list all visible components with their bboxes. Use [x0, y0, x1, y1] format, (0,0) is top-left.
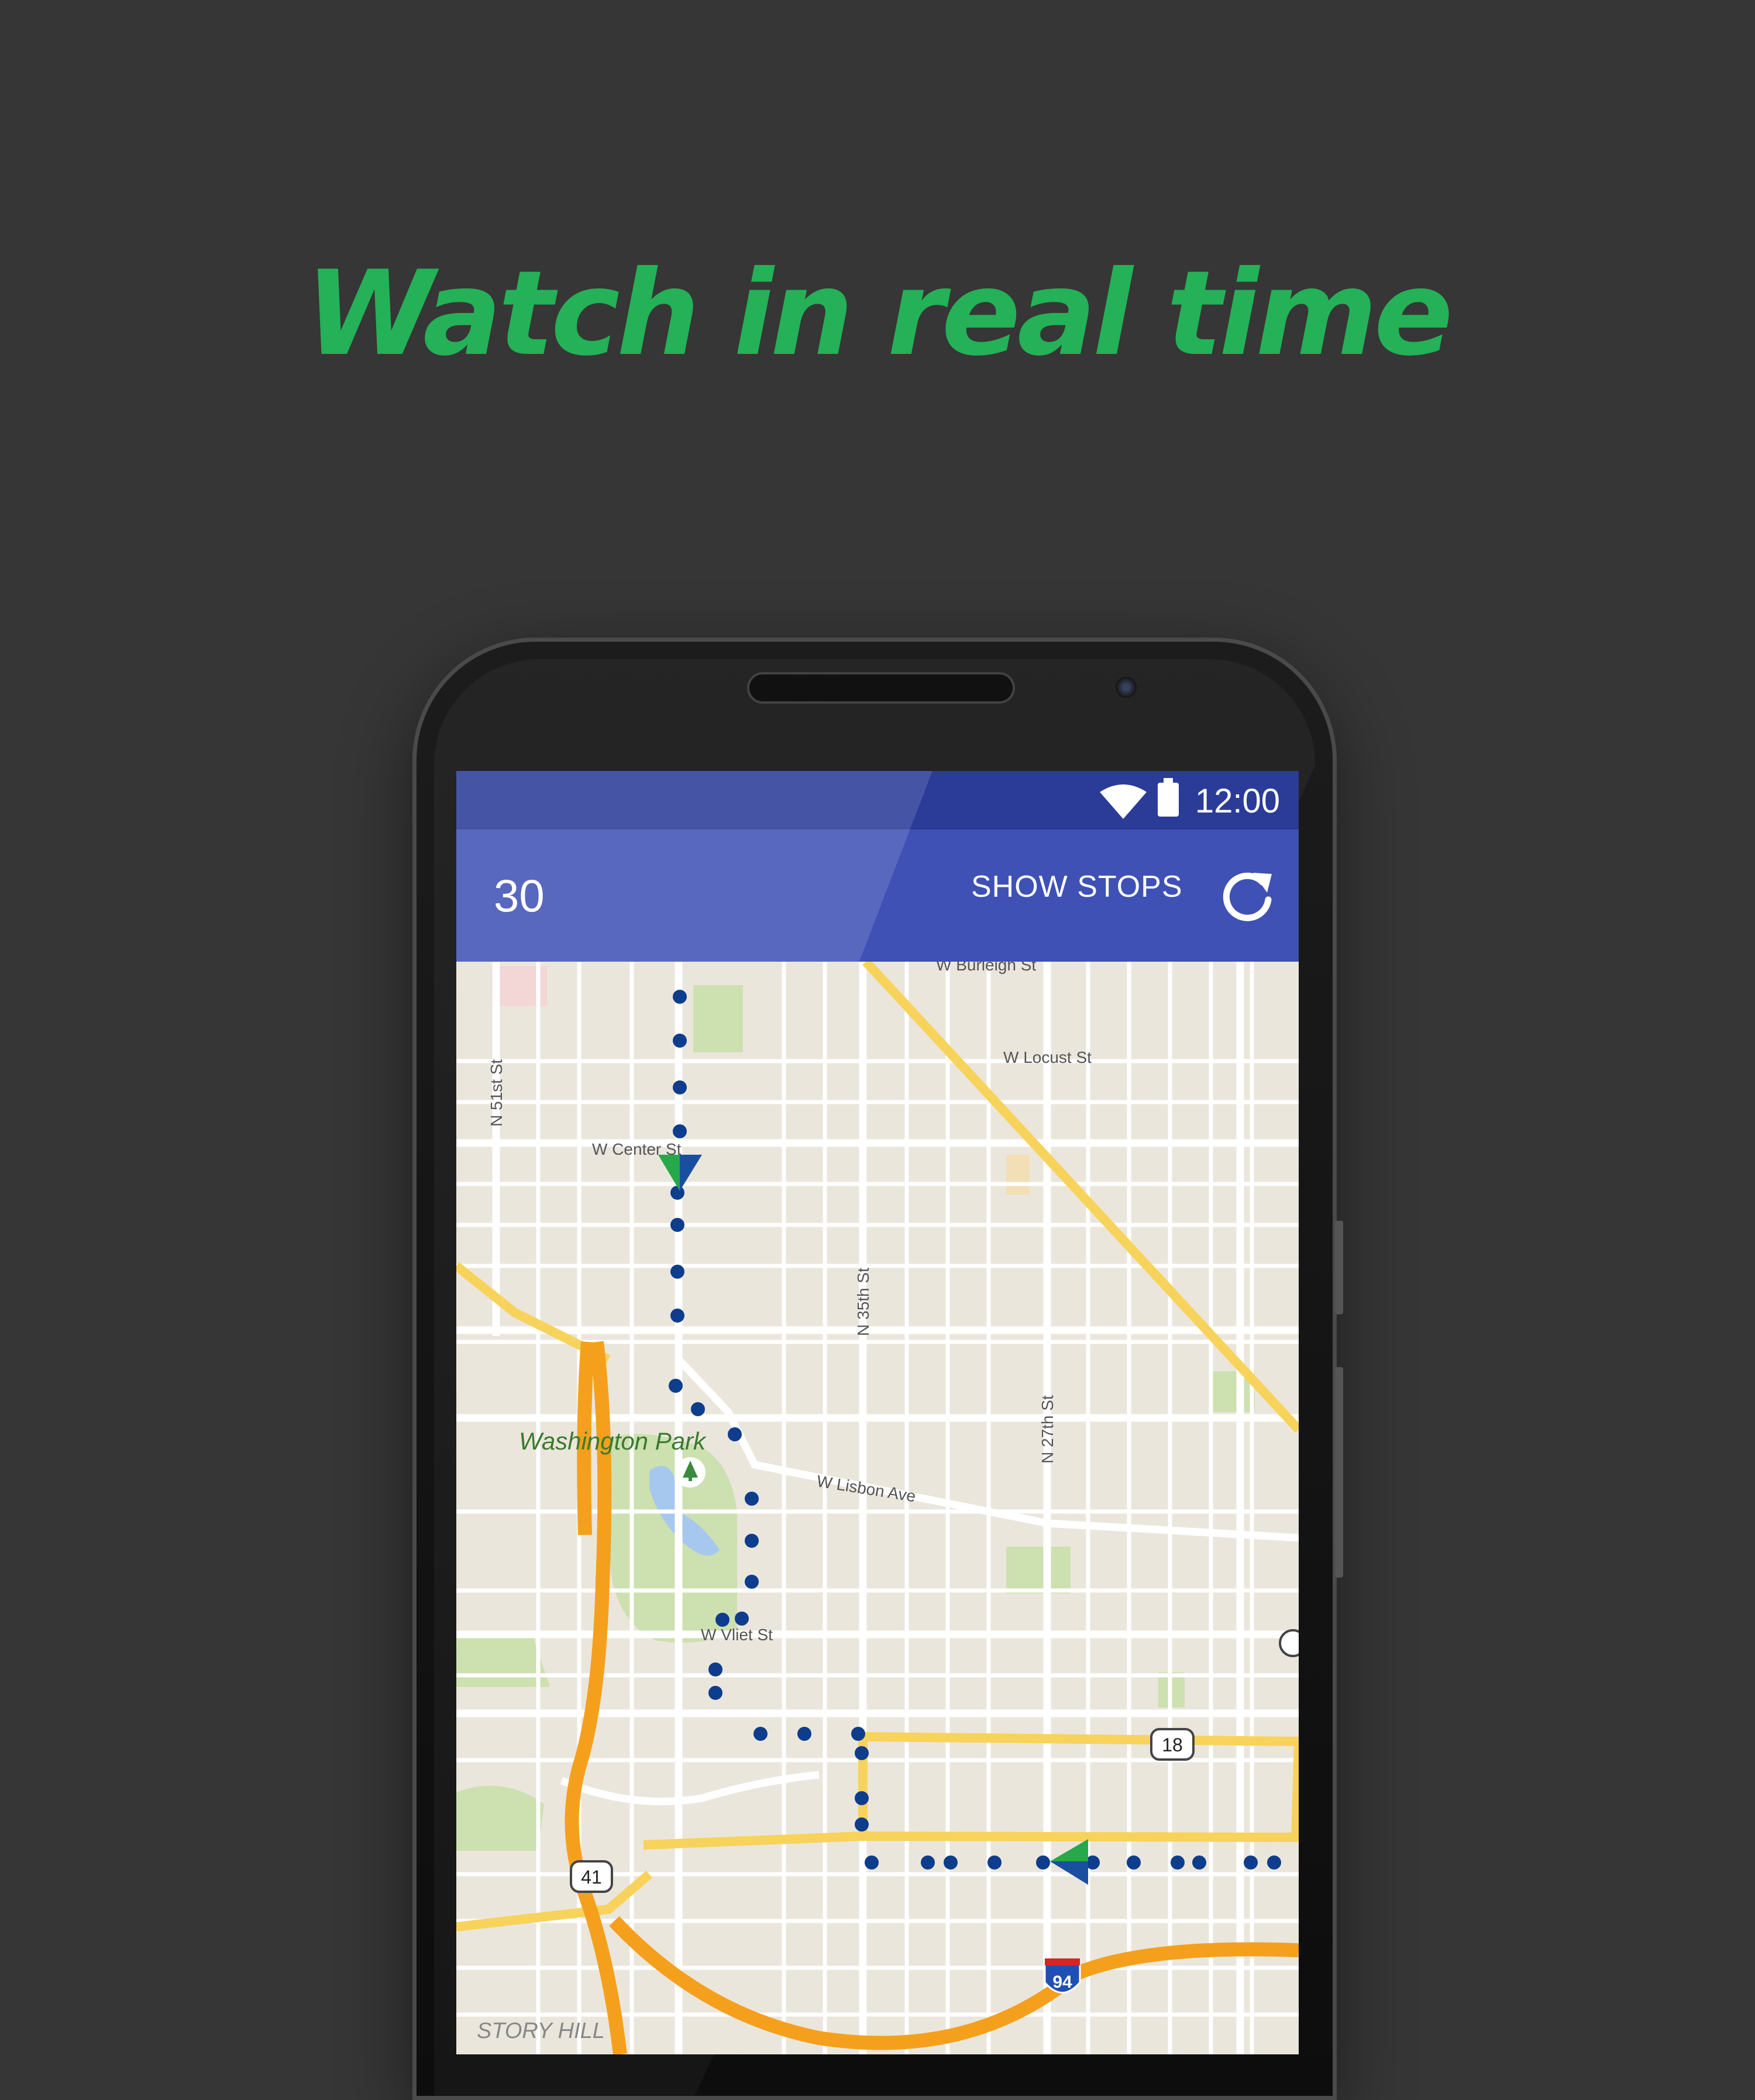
- building-area: [1006, 1155, 1030, 1194]
- headline: Watch in real time: [305, 246, 1453, 382]
- street-label: N 51st St: [487, 1059, 505, 1127]
- us41-shield-icon: 41: [570, 1860, 613, 1893]
- power-button: [1335, 1367, 1343, 1578]
- volume-button: [1335, 1221, 1343, 1314]
- park-patch: [693, 985, 743, 1052]
- neighborhood-label: STORY HILL: [477, 2019, 605, 2043]
- washington-park-area: [608, 1434, 737, 1643]
- tree-icon: [675, 1457, 706, 1488]
- wifi-icon: [1100, 784, 1147, 819]
- street-label: W Locust St: [1003, 1048, 1092, 1066]
- phone-screen: 12:00 30 SHOW STOPS W Burleigh St W Locu…: [456, 771, 1299, 2054]
- battery-icon: [1158, 778, 1179, 817]
- i94-shield-icon: 94: [1044, 1958, 1081, 1994]
- phone-speaker: [747, 672, 1015, 704]
- us18-shield-icon: 18: [1150, 1728, 1195, 1761]
- svg-text:41: 41: [581, 1867, 602, 1888]
- street-label: N 35th St: [854, 1268, 872, 1336]
- route-title: 30: [494, 870, 545, 921]
- street-label: W Vliet St: [701, 1626, 773, 1644]
- street-label: W Burleigh St: [936, 962, 1036, 974]
- status-time: 12:00: [1195, 782, 1280, 820]
- show-stops-button[interactable]: SHOW STOPS: [971, 869, 1183, 904]
- park-patch: [1006, 1547, 1071, 1593]
- refresh-icon[interactable]: [1217, 865, 1278, 925]
- front-camera: [1116, 677, 1137, 698]
- map[interactable]: W Burleigh St W Locust St N 51st St W Ce…: [456, 962, 1299, 2054]
- park-label: Washington Park: [519, 1427, 707, 1455]
- highway-shield-icon: [1279, 1629, 1299, 1657]
- status-bar: 12:00: [456, 771, 1299, 829]
- svg-text:18: 18: [1162, 1734, 1183, 1755]
- svg-text:94: 94: [1052, 1972, 1072, 1992]
- street-label: N 27th St: [1038, 1395, 1057, 1464]
